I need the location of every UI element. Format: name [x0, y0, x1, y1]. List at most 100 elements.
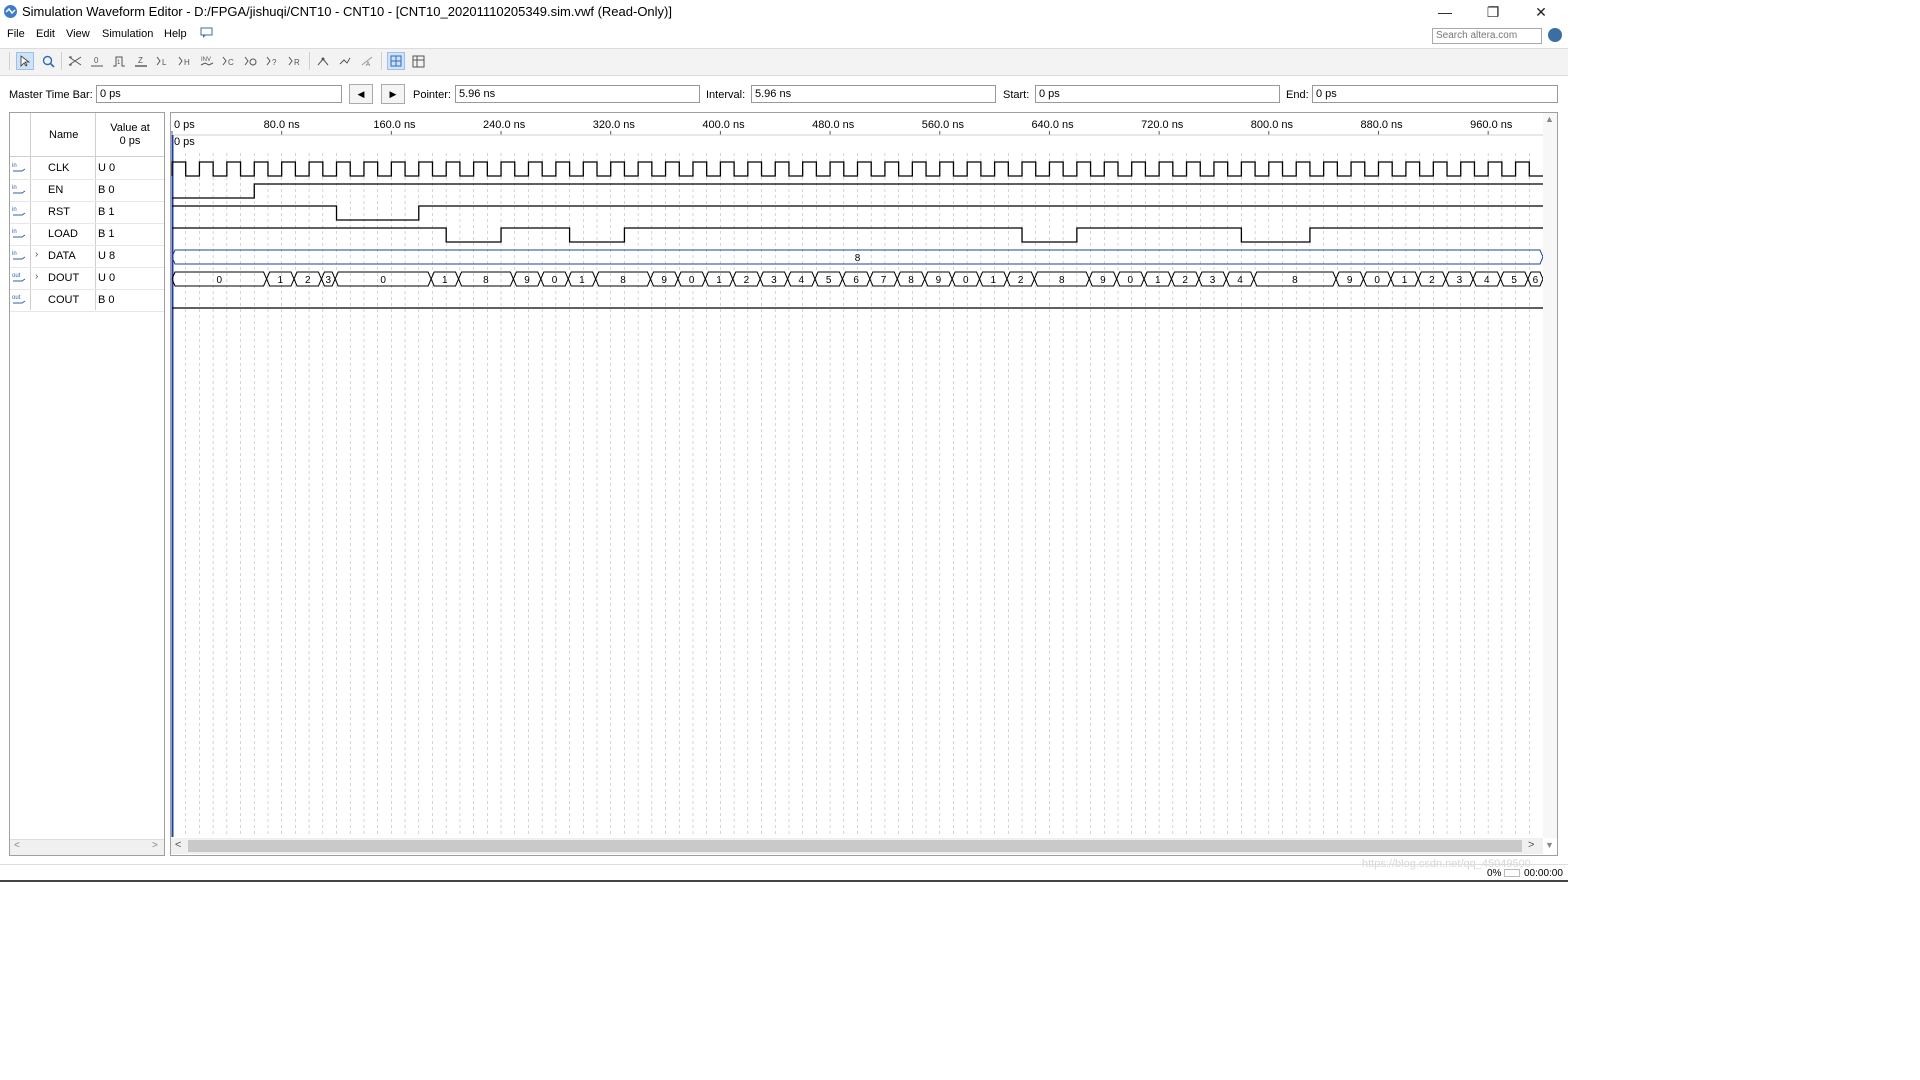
signal-value: U 8	[98, 250, 116, 262]
time-tick-label: 480.0 ns	[812, 119, 855, 131]
bus-value-label: 4	[1484, 275, 1490, 286]
scroll-up-icon[interactable]: ▲	[1545, 114, 1554, 124]
bus-value-label: 0	[963, 275, 969, 286]
next-transition-button[interactable]: ▶	[381, 84, 405, 104]
expand-chevron-icon[interactable]: ›	[35, 271, 38, 282]
start-label: Start:	[1003, 89, 1030, 101]
signal-row-data[interactable]	[10, 245, 164, 268]
svg-text:L: L	[162, 58, 167, 67]
scroll-down-icon[interactable]: ▼	[1545, 840, 1554, 850]
signal-name: EN	[48, 184, 64, 196]
display-settings-icon[interactable]	[409, 52, 427, 70]
svg-text:in: in	[12, 163, 17, 169]
weak-low-icon[interactable]: L	[154, 52, 172, 70]
menu-simulation[interactable]: Simulation	[102, 28, 153, 40]
waveform-canvas[interactable]: 0 ps 80.0 ns 160.0 ns 240.0 ns 320.0 ns 400.0…	[171, 113, 1557, 855]
master-time-bar-field[interactable]: 0 ps	[96, 85, 342, 103]
svg-text:R: R	[294, 58, 300, 67]
forcing-high-icon[interactable]: 1	[110, 52, 128, 70]
svg-text:in: in	[12, 229, 17, 235]
time-tick-label: 80.0 ns	[264, 119, 301, 131]
window-title: Simulation Waveform Editor - D:/FPGA/jis…	[22, 4, 672, 19]
chat-icon[interactable]	[200, 27, 213, 39]
maximize-button[interactable]: ❐	[1470, 0, 1516, 24]
signal-row-dout[interactable]	[10, 267, 164, 290]
svg-text:out: out	[12, 295, 21, 301]
master-time-bar-label: Master Time Bar:	[9, 89, 93, 101]
horizontal-scroll-thumb[interactable]	[188, 840, 1522, 852]
menu-view[interactable]: View	[66, 28, 90, 40]
arbitrary-value-icon[interactable]	[336, 52, 354, 70]
signal-row-en[interactable]	[10, 179, 164, 202]
signal-name: RST	[48, 206, 70, 218]
bus-value-label: 5	[826, 275, 832, 286]
random-value-icon[interactable]: ?	[264, 52, 282, 70]
grid-toggle-icon[interactable]	[387, 52, 405, 70]
value-column-header[interactable]: Value at 0 ps	[100, 122, 160, 148]
prev-transition-button[interactable]: ◀	[349, 84, 373, 104]
grid-size-icon[interactable]: A	[358, 52, 376, 70]
bus-value-label: 0	[689, 275, 695, 286]
signal-row-clk[interactable]	[10, 157, 164, 180]
clock-icon[interactable]	[242, 52, 260, 70]
vertical-scrollbar[interactable]	[1543, 113, 1557, 838]
menu-file[interactable]: File	[7, 28, 25, 40]
svg-text:in: in	[12, 185, 17, 191]
overwrite-value-icon[interactable]: R	[286, 52, 304, 70]
bus-value-label: 0	[552, 275, 558, 286]
scroll-left-icon[interactable]: <	[14, 840, 20, 851]
menu-edit[interactable]: Edit	[36, 28, 55, 40]
forcing-low-icon[interactable]: 0	[88, 52, 106, 70]
pointer-label: Pointer:	[413, 89, 451, 101]
globe-icon[interactable]	[1548, 28, 1562, 42]
invert-icon[interactable]: INV	[198, 52, 216, 70]
svg-text:C: C	[228, 58, 234, 67]
signal-value: B 0	[98, 184, 115, 196]
expand-chevron-icon[interactable]: ›	[35, 249, 38, 260]
time-tick-label: 0 ps	[174, 119, 195, 131]
pointer-field: 5.96 ns	[455, 85, 700, 103]
scroll-right-icon[interactable]: >	[1528, 839, 1534, 851]
end-field: 0 ps	[1312, 85, 1558, 103]
scroll-right-icon[interactable]: >	[152, 840, 158, 851]
bus-value-label: 8	[855, 253, 861, 264]
high-impedance-icon[interactable]: Z	[132, 52, 150, 70]
weak-high-icon[interactable]: H	[176, 52, 194, 70]
snap-to-grid-icon[interactable]	[314, 52, 332, 70]
signal-panel-scrollbar[interactable]	[10, 839, 164, 855]
bus-value-label: 0	[1128, 275, 1134, 286]
bus-value-label: 2	[305, 275, 311, 286]
select-tool-icon[interactable]	[16, 52, 34, 70]
input-pin-icon: in	[12, 227, 26, 239]
toolbar-separator	[9, 52, 10, 70]
bus-value-label: 2	[1429, 275, 1435, 286]
time-tick-label: 960.0 ns	[1470, 119, 1513, 131]
bus-value-label: 3	[1210, 275, 1216, 286]
interval-field: 5.96 ns	[751, 85, 996, 103]
value-header-line1: Value at	[110, 122, 150, 134]
close-button[interactable]: ✕	[1518, 0, 1564, 24]
signal-row-load[interactable]	[10, 223, 164, 246]
bus-value-label: 8	[483, 275, 489, 286]
svg-text:H: H	[184, 58, 190, 67]
value-header-line2: 0 ps	[119, 135, 141, 147]
signal-row-cout[interactable]	[10, 289, 164, 312]
menu-help[interactable]: Help	[164, 28, 187, 40]
time-tick-label: 160.0 ns	[373, 119, 416, 131]
time-tick-label: 560.0 ns	[922, 119, 965, 131]
name-column-header[interactable]: Name	[49, 129, 78, 141]
minimize-button[interactable]: —	[1422, 0, 1468, 24]
bus-value-label: 1	[442, 275, 448, 286]
count-value-icon[interactable]: C	[220, 52, 238, 70]
time-tick-label: 800.0 ns	[1251, 119, 1294, 131]
bus-value-label: 1	[1155, 275, 1161, 286]
svg-text:?: ?	[272, 58, 277, 67]
search-input[interactable]: Search altera.com	[1432, 28, 1542, 44]
svg-text:in: in	[12, 207, 17, 213]
forcing-unknown-icon[interactable]	[66, 52, 84, 70]
scroll-left-icon[interactable]: <	[175, 839, 181, 851]
bus-value-label: 4	[1237, 275, 1243, 286]
zoom-tool-icon[interactable]	[39, 52, 57, 70]
output-pin-icon: out	[12, 271, 26, 283]
signal-row-rst[interactable]	[10, 201, 164, 224]
